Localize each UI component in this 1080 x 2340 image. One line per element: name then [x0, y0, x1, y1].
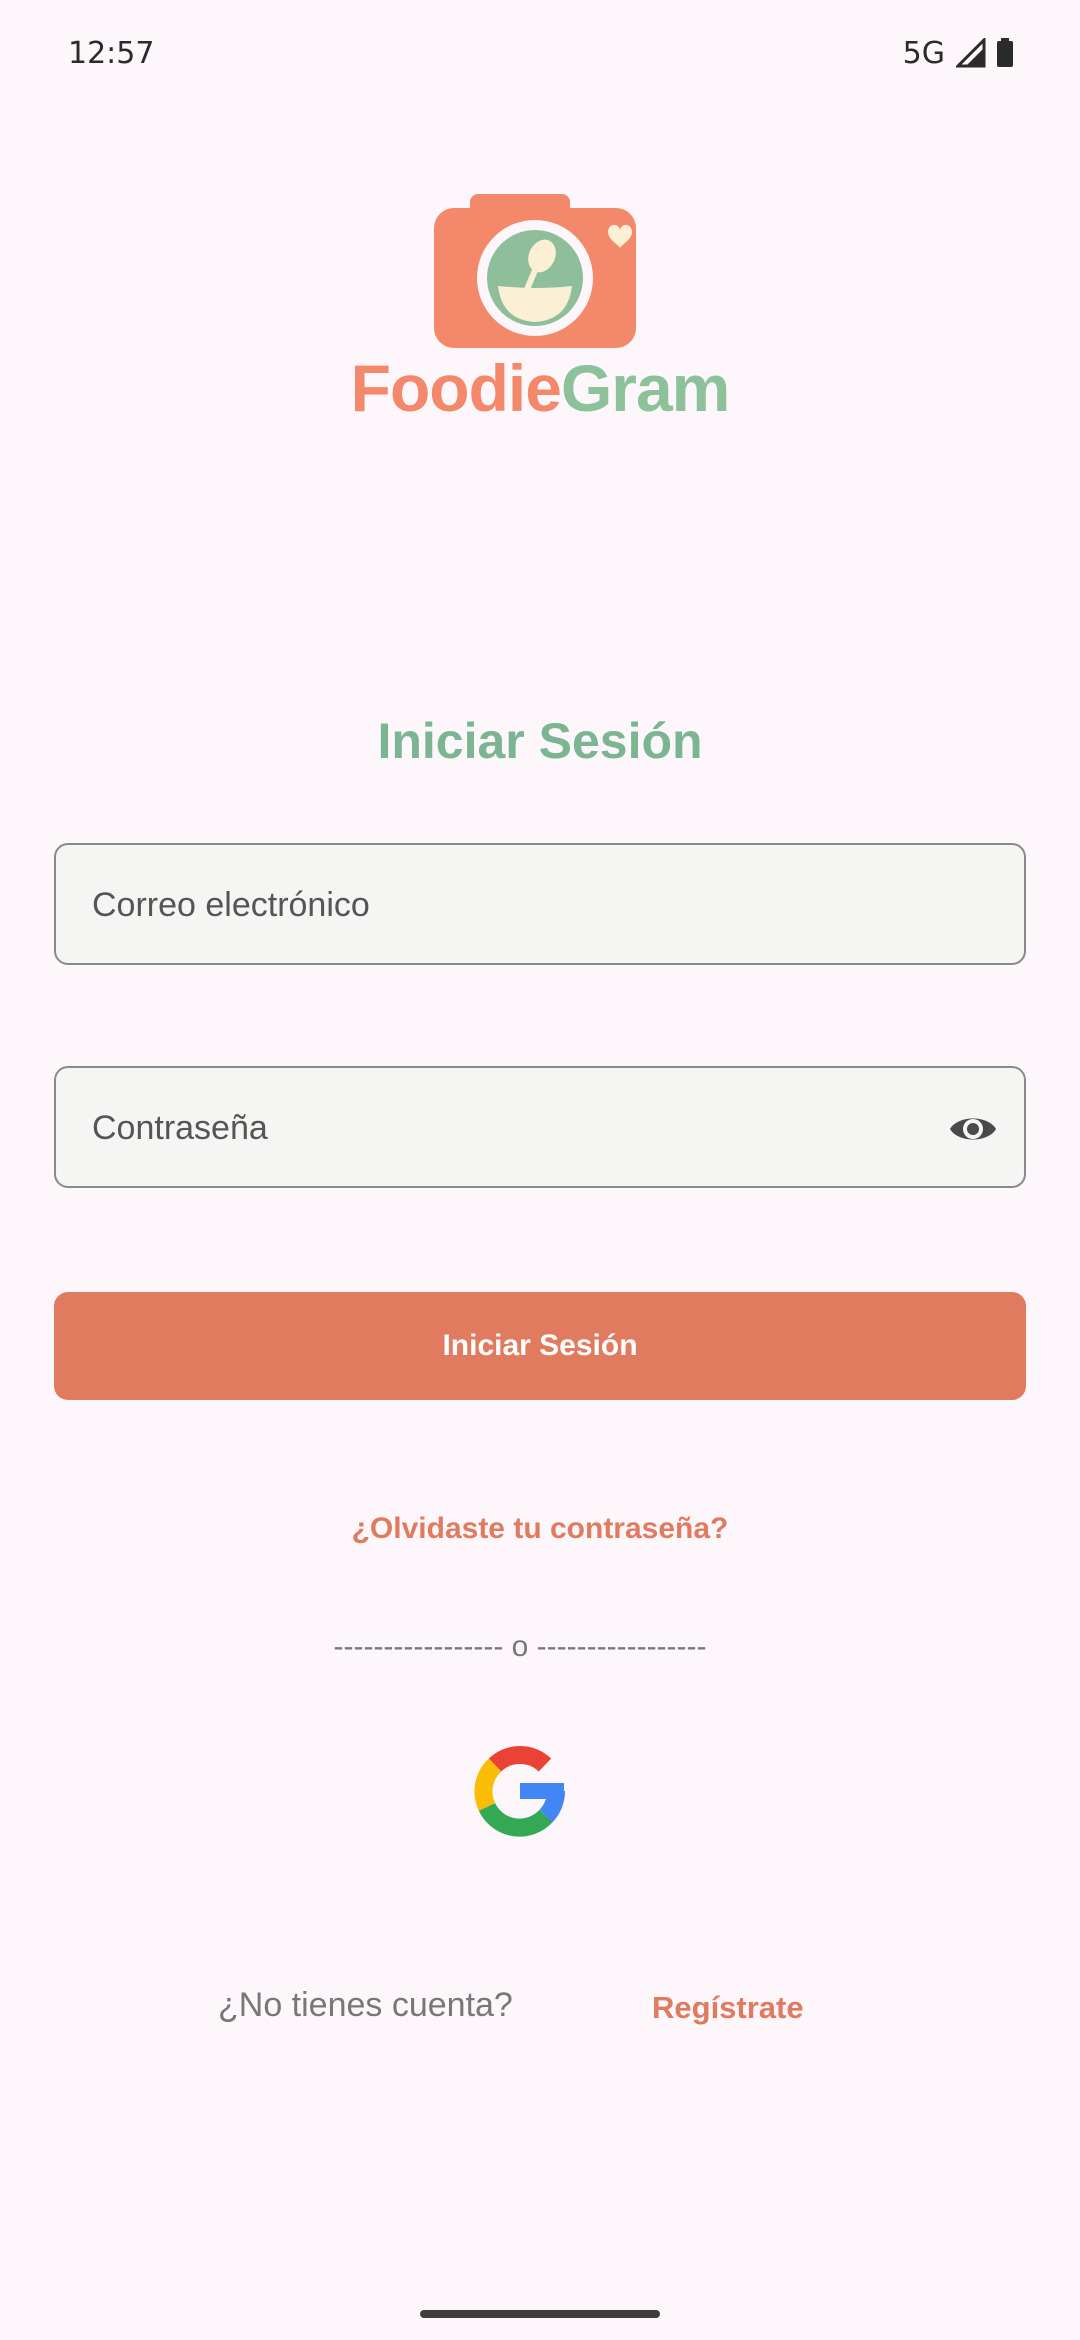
signup-prompt: ¿No tienes cuenta? — [218, 1986, 513, 2024]
password-input[interactable] — [90, 1068, 954, 1188]
login-button[interactable]: Iniciar Sesión — [54, 1292, 1026, 1400]
home-indicator[interactable] — [420, 2310, 660, 2318]
signal-icon — [956, 38, 986, 68]
network-type: 5G — [902, 36, 945, 71]
brand-part-foodie: Foodie — [350, 351, 562, 425]
battery-icon — [997, 38, 1013, 67]
register-link[interactable]: Regístrate — [652, 1990, 804, 2026]
eye-icon[interactable] — [948, 1106, 998, 1152]
login-title: Iniciar Sesión — [377, 713, 703, 769]
foodiegram-logo-icon — [434, 194, 636, 348]
status-bar: 12:57 5G — [0, 0, 1080, 110]
or-divider: ----------------- o ----------------- — [333, 1630, 707, 1663]
forgot-password-link[interactable]: ¿Olvidaste tu contraseña? — [0, 1512, 1080, 1546]
email-field[interactable] — [54, 843, 1026, 965]
brand-part-gram: Gram — [560, 351, 730, 425]
status-time: 12:57 — [68, 36, 155, 71]
email-input[interactable] — [90, 845, 954, 965]
google-icon[interactable] — [474, 1745, 566, 1837]
password-field[interactable] — [54, 1066, 1026, 1188]
brand-wordmark: FoodieGram — [0, 350, 1080, 426]
